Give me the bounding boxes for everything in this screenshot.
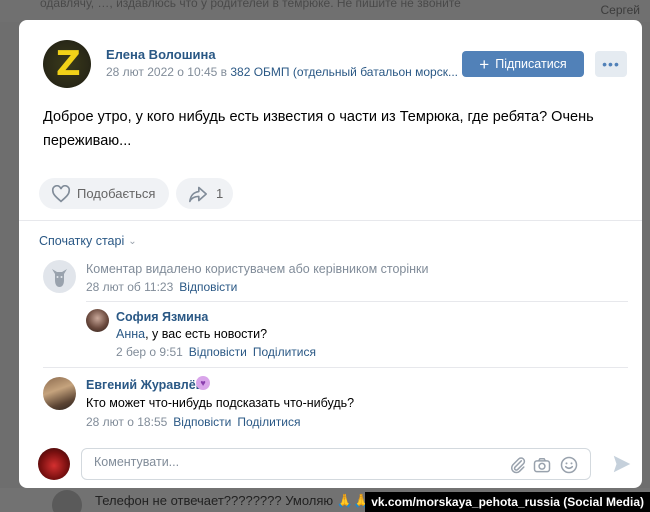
source-credit: vk.com/morskaya_pehota_russia (Social Me…	[365, 492, 650, 512]
commenter-avatar[interactable]	[86, 309, 109, 332]
sort-label: Спочатку старі	[39, 234, 125, 248]
post-card: Z Елена Волошина 28 лют 2022 о 10:45 в 3…	[19, 20, 642, 488]
post-group-link[interactable]: 382 ОБМП (отдельный батальон морск...	[230, 65, 458, 79]
more-options-button[interactable]: •••	[595, 51, 627, 77]
post-text: Доброе утро, у кого нибудь есть известия…	[43, 109, 594, 149]
comment-meta: 28 лют об 11:23 Відповісти	[86, 280, 237, 294]
plus-icon: +	[479, 54, 490, 74]
post-date[interactable]: 28 лют 2022 о 10:45 в	[106, 65, 230, 79]
author-avatar[interactable]: Z	[43, 40, 91, 88]
emoji-icon[interactable]	[559, 455, 579, 475]
comment-date[interactable]: 28 лют о 18:55	[86, 415, 167, 429]
dog-placeholder-icon	[52, 269, 67, 287]
divider	[43, 367, 628, 368]
reply-link[interactable]: Відповісти	[173, 415, 231, 429]
background-avatar	[52, 490, 82, 512]
commenter-avatar[interactable]	[43, 377, 76, 410]
post-author[interactable]: Елена Волошина	[106, 47, 216, 62]
current-user-avatar	[38, 448, 70, 480]
deleted-comment-text: Коментар видалено користувачем або керів…	[86, 262, 429, 276]
more-icon: •••	[602, 56, 620, 72]
comment-meta: 2 бер о 9:51 Відповісти Поділитися	[116, 345, 316, 359]
send-icon[interactable]	[611, 453, 633, 475]
sort-dropdown[interactable]: Спочатку старі ⌄	[39, 234, 137, 248]
share-button[interactable]: 1	[176, 178, 233, 209]
like-label: Подобається	[77, 186, 156, 201]
background-post-top: одавлячу, …, издавлюсь что у родителей в…	[0, 0, 650, 22]
share-count: 1	[216, 186, 224, 201]
post-meta: 28 лют 2022 о 10:45 в 382 ОБМП (отдельны…	[106, 65, 458, 79]
comment-body: , у вас есть новости?	[145, 327, 268, 341]
comment-text: Кто может что-нибудь подсказать что-нибу…	[86, 396, 355, 410]
deleted-user-avatar	[43, 260, 76, 293]
comment-text: Анна, у вас есть новости?	[116, 327, 267, 341]
subscribe-label: Підписатися	[495, 57, 567, 71]
divider	[19, 220, 642, 221]
reply-link[interactable]: Відповісти	[189, 345, 247, 359]
z-letter-icon: Z	[56, 44, 81, 84]
camera-icon[interactable]	[532, 455, 552, 475]
gift-badge-icon: ♥	[196, 376, 210, 390]
divider	[86, 301, 628, 302]
chevron-down-icon: ⌄	[128, 235, 137, 247]
comment-input[interactable]	[94, 455, 494, 469]
like-button[interactable]: Подобається	[39, 178, 169, 209]
commenter-name[interactable]: Евгений Журавлёв	[86, 378, 203, 392]
subscribe-button[interactable]: + Підписатися	[462, 51, 584, 77]
commenter-name[interactable]: София Язмина	[116, 310, 208, 324]
heart-icon	[51, 184, 71, 202]
attach-icon[interactable]	[508, 455, 528, 475]
mention-link[interactable]: Анна	[116, 327, 145, 341]
background-text: одавлячу, …, издавлюсь что у родителей в…	[40, 0, 461, 10]
reply-link[interactable]: Відповісти	[179, 280, 237, 294]
share-icon	[189, 186, 207, 202]
background-name: Сергей	[600, 3, 640, 17]
share-link[interactable]: Поділитися	[237, 415, 300, 429]
share-link[interactable]: Поділитися	[253, 345, 316, 359]
comment-meta: 28 лют о 18:55 Відповісти Поділитися	[86, 415, 301, 429]
comment-box[interactable]	[81, 448, 591, 480]
comment-date[interactable]: 2 бер о 9:51	[116, 345, 183, 359]
comment-date[interactable]: 28 лют об 11:23	[86, 280, 173, 294]
